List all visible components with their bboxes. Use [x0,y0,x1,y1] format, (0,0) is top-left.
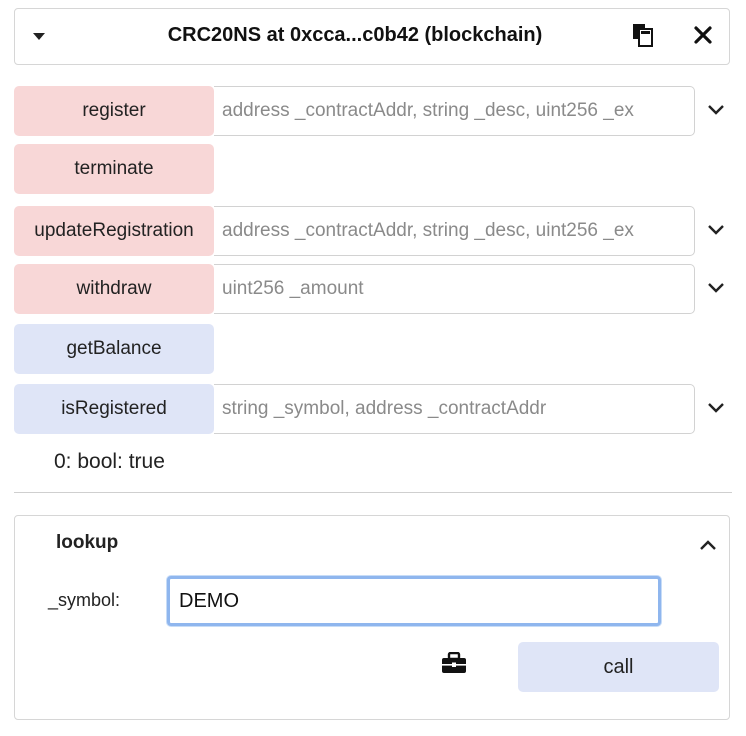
chevron-down-icon[interactable] [706,281,726,295]
chevron-down-icon[interactable] [706,103,726,117]
lookup-function-panel: lookup _symbol: call [14,515,730,720]
contract-instance-header[interactable]: CRC20NS at 0xcca...c0b42 (blockchain) [14,8,730,65]
chevron-down-icon[interactable] [706,223,726,237]
lookup-title: lookup [56,532,119,553]
register-button[interactable]: register [14,86,214,136]
call-result: 0: bool: true [54,450,165,473]
chevron-up-icon[interactable] [698,538,718,552]
get-balance-button[interactable]: getBalance [14,324,214,374]
chevron-down-icon[interactable] [706,401,726,415]
is-registered-args-input[interactable] [214,384,695,434]
withdraw-args-input[interactable] [214,264,695,314]
update-registration-button[interactable]: updateRegistration [14,206,214,256]
contract-title: CRC20NS at 0xcca...c0b42 (blockchain) [167,24,543,46]
symbol-param-label: _symbol: [48,590,121,610]
withdraw-button[interactable]: withdraw [14,264,214,314]
update-registration-args-input[interactable] [214,206,695,256]
register-args-input[interactable] [214,86,695,136]
close-icon[interactable] [693,25,713,45]
symbol-param-input[interactable] [167,576,661,626]
toolbox-icon[interactable] [441,652,467,674]
terminate-button[interactable]: terminate [14,144,214,194]
call-button[interactable]: call [518,642,719,692]
copy-icon[interactable] [632,23,654,47]
is-registered-button[interactable]: isRegistered [14,384,214,434]
divider [14,492,732,493]
